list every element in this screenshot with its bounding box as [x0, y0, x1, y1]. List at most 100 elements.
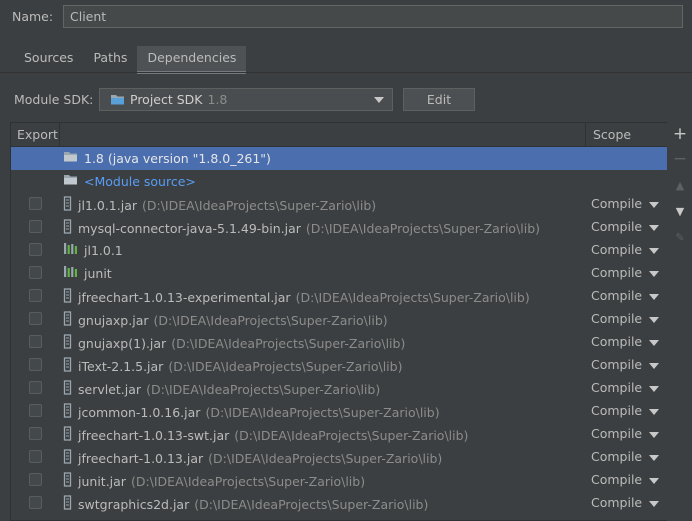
- scope-select[interactable]: Compile: [591, 219, 642, 234]
- export-checkbox[interactable]: [29, 197, 42, 210]
- scope-column-header[interactable]: Scope: [593, 127, 631, 142]
- dependency-cell: jl1.0.1.jar (D:\IDEA\IdeaProjects\Super-Z…: [63, 196, 376, 214]
- dependency-name: swtgraphics2d.jar: [78, 496, 190, 512]
- table-row[interactable]: 1.8 (java version "1.8.0_261"): [11, 147, 667, 170]
- chevron-down-icon[interactable]: [649, 340, 659, 346]
- dependency-path: (D:\IDEA\IdeaProjects\Super-Zario\lib): [305, 220, 541, 236]
- folder-icon: [63, 150, 78, 166]
- table-row[interactable]: jfreechart-1.0.13-experimental.jar (D:\ID…: [11, 285, 667, 308]
- table-row[interactable]: swtgraphics2d.jar (D:\IDEA\IdeaProjects\S…: [11, 492, 667, 515]
- dependency-cell: junit.jar (D:\IDEA\IdeaProjects\Super-Zar…: [63, 472, 365, 490]
- library-icon: [63, 265, 78, 281]
- chevron-down-icon[interactable]: [649, 478, 659, 484]
- dependency-cell: jcommon-1.0.16.jar (D:\IDEA\IdeaProjects\…: [63, 403, 440, 421]
- table-row[interactable]: jl1.0.1 Compile: [11, 239, 667, 262]
- chevron-down-icon[interactable]: [649, 294, 659, 300]
- chevron-down-icon[interactable]: [649, 271, 659, 277]
- name-input[interactable]: [63, 5, 683, 28]
- table-row[interactable]: mysql-connector-java-5.1.49-bin.jar (D:\I…: [11, 216, 667, 239]
- move-up-icon[interactable]: ▲: [671, 176, 689, 194]
- chevron-down-icon[interactable]: [649, 432, 659, 438]
- dependency-cell: iText-2.1.5.jar (D:\IDEA\IdeaProjects\Sup…: [63, 357, 402, 375]
- chevron-down-icon[interactable]: [649, 225, 659, 231]
- table-row[interactable]: jl1.0.1.jar (D:\IDEA\IdeaProjects\Super-Z…: [11, 193, 667, 216]
- export-checkbox[interactable]: [29, 358, 42, 371]
- dependency-cell: servlet.jar (D:\IDEA\IdeaProjects\Super-Z…: [63, 380, 380, 398]
- scope-select[interactable]: Compile: [591, 242, 642, 257]
- remove-icon[interactable]: −: [671, 149, 689, 169]
- export-checkbox[interactable]: [29, 220, 42, 233]
- scope-select[interactable]: Compile: [591, 288, 642, 303]
- table-row[interactable]: jfreechart-1.0.13-swt.jar (D:\IDEA\IdeaPr…: [11, 423, 667, 446]
- export-checkbox[interactable]: [29, 404, 42, 417]
- table-row[interactable]: junit Compile: [11, 262, 667, 285]
- chevron-down-icon[interactable]: [649, 409, 659, 415]
- export-checkbox[interactable]: [29, 312, 42, 325]
- chevron-down-icon: [374, 97, 384, 103]
- chevron-down-icon[interactable]: [649, 455, 659, 461]
- table-row[interactable]: iText-2.1.5.jar (D:\IDEA\IdeaProjects\Sup…: [11, 354, 667, 377]
- export-checkbox[interactable]: [29, 243, 42, 256]
- table-row[interactable]: jcommon-1.0.16.jar (D:\IDEA\IdeaProjects\…: [11, 400, 667, 423]
- export-checkbox[interactable]: [29, 496, 42, 509]
- export-column-header[interactable]: Export: [17, 127, 58, 142]
- dependency-cell: junit: [63, 265, 112, 281]
- scope-select[interactable]: Compile: [591, 495, 642, 510]
- dependency-name: mysql-connector-java-5.1.49-bin.jar: [78, 220, 301, 236]
- chevron-down-icon[interactable]: [649, 363, 659, 369]
- jar-icon: [63, 357, 72, 375]
- table-header: Export Scope: [11, 123, 667, 147]
- export-checkbox[interactable]: [29, 335, 42, 348]
- table-row[interactable]: gnujaxp.jar (D:\IDEA\IdeaProjects\Super-Z…: [11, 308, 667, 331]
- dependency-path: (D:\IDEA\IdeaProjects\Super-Zario\lib): [208, 450, 443, 466]
- export-checkbox[interactable]: [29, 427, 42, 440]
- table-row[interactable]: gnujaxp(1).jar (D:\IDEA\IdeaProjects\Supe…: [11, 331, 667, 354]
- scope-select[interactable]: Compile: [591, 426, 642, 441]
- module-sdk-version: 1.8: [207, 92, 228, 107]
- jar-icon: [63, 334, 72, 352]
- dependency-cell: jfreechart-1.0.13-swt.jar (D:\IDEA\IdeaPr…: [63, 426, 468, 444]
- edit-button[interactable]: Edit: [403, 88, 475, 111]
- scope-select[interactable]: Compile: [591, 472, 642, 487]
- edit-icon[interactable]: ✎: [671, 228, 689, 246]
- chevron-down-icon[interactable]: [649, 501, 659, 507]
- chevron-down-icon[interactable]: [649, 202, 659, 208]
- jar-icon: [63, 426, 72, 444]
- chevron-down-icon[interactable]: [649, 248, 659, 254]
- chevron-down-icon[interactable]: [649, 386, 659, 392]
- export-checkbox[interactable]: [29, 473, 42, 486]
- jar-icon: [63, 472, 72, 490]
- dependency-name: jl1.0.1.jar: [78, 197, 137, 213]
- dependency-cell: jl1.0.1: [63, 242, 123, 258]
- table-row[interactable]: junit.jar (D:\IDEA\IdeaProjects\Super-Zar…: [11, 469, 667, 492]
- scope-select[interactable]: Compile: [591, 380, 642, 395]
- tab-dependencies[interactable]: Dependencies: [137, 46, 247, 74]
- dependency-name: gnujaxp.jar: [78, 312, 149, 328]
- jar-icon: [63, 380, 72, 398]
- scope-select[interactable]: Compile: [591, 449, 642, 464]
- scope-select[interactable]: Compile: [591, 357, 642, 372]
- dependency-path: (D:\IDEA\IdeaProjects\Super-Zario\lib): [171, 335, 406, 351]
- dependencies-table: Export Scope 1.8 (java version "1.8.0_26…: [10, 122, 667, 521]
- scope-select[interactable]: Compile: [591, 403, 642, 418]
- tab-sources[interactable]: Sources: [14, 46, 83, 72]
- column-divider: [59, 123, 60, 146]
- scope-select[interactable]: Compile: [591, 311, 642, 326]
- export-checkbox[interactable]: [29, 266, 42, 279]
- add-icon[interactable]: +: [671, 124, 689, 144]
- table-row[interactable]: jfreechart-1.0.13.jar (D:\IDEA\IdeaProjec…: [11, 446, 667, 469]
- export-checkbox[interactable]: [29, 289, 42, 302]
- dependency-name: servlet.jar: [78, 381, 142, 397]
- table-row[interactable]: servlet.jar (D:\IDEA\IdeaProjects\Super-Z…: [11, 377, 667, 400]
- scope-select[interactable]: Compile: [591, 265, 642, 280]
- scope-select[interactable]: Compile: [591, 334, 642, 349]
- move-down-icon[interactable]: ▼: [671, 202, 689, 220]
- scope-select[interactable]: Compile: [591, 196, 642, 211]
- dependency-path: (D:\IDEA\IdeaProjects\Super-Zario\lib): [142, 197, 377, 213]
- module-sdk-select[interactable]: Project SDK 1.8: [99, 88, 393, 111]
- tab-paths[interactable]: Paths: [83, 46, 137, 72]
- export-checkbox[interactable]: [29, 450, 42, 463]
- chevron-down-icon[interactable]: [649, 317, 659, 323]
- export-checkbox[interactable]: [29, 381, 42, 394]
- table-row[interactable]: <Module source>: [11, 170, 667, 193]
